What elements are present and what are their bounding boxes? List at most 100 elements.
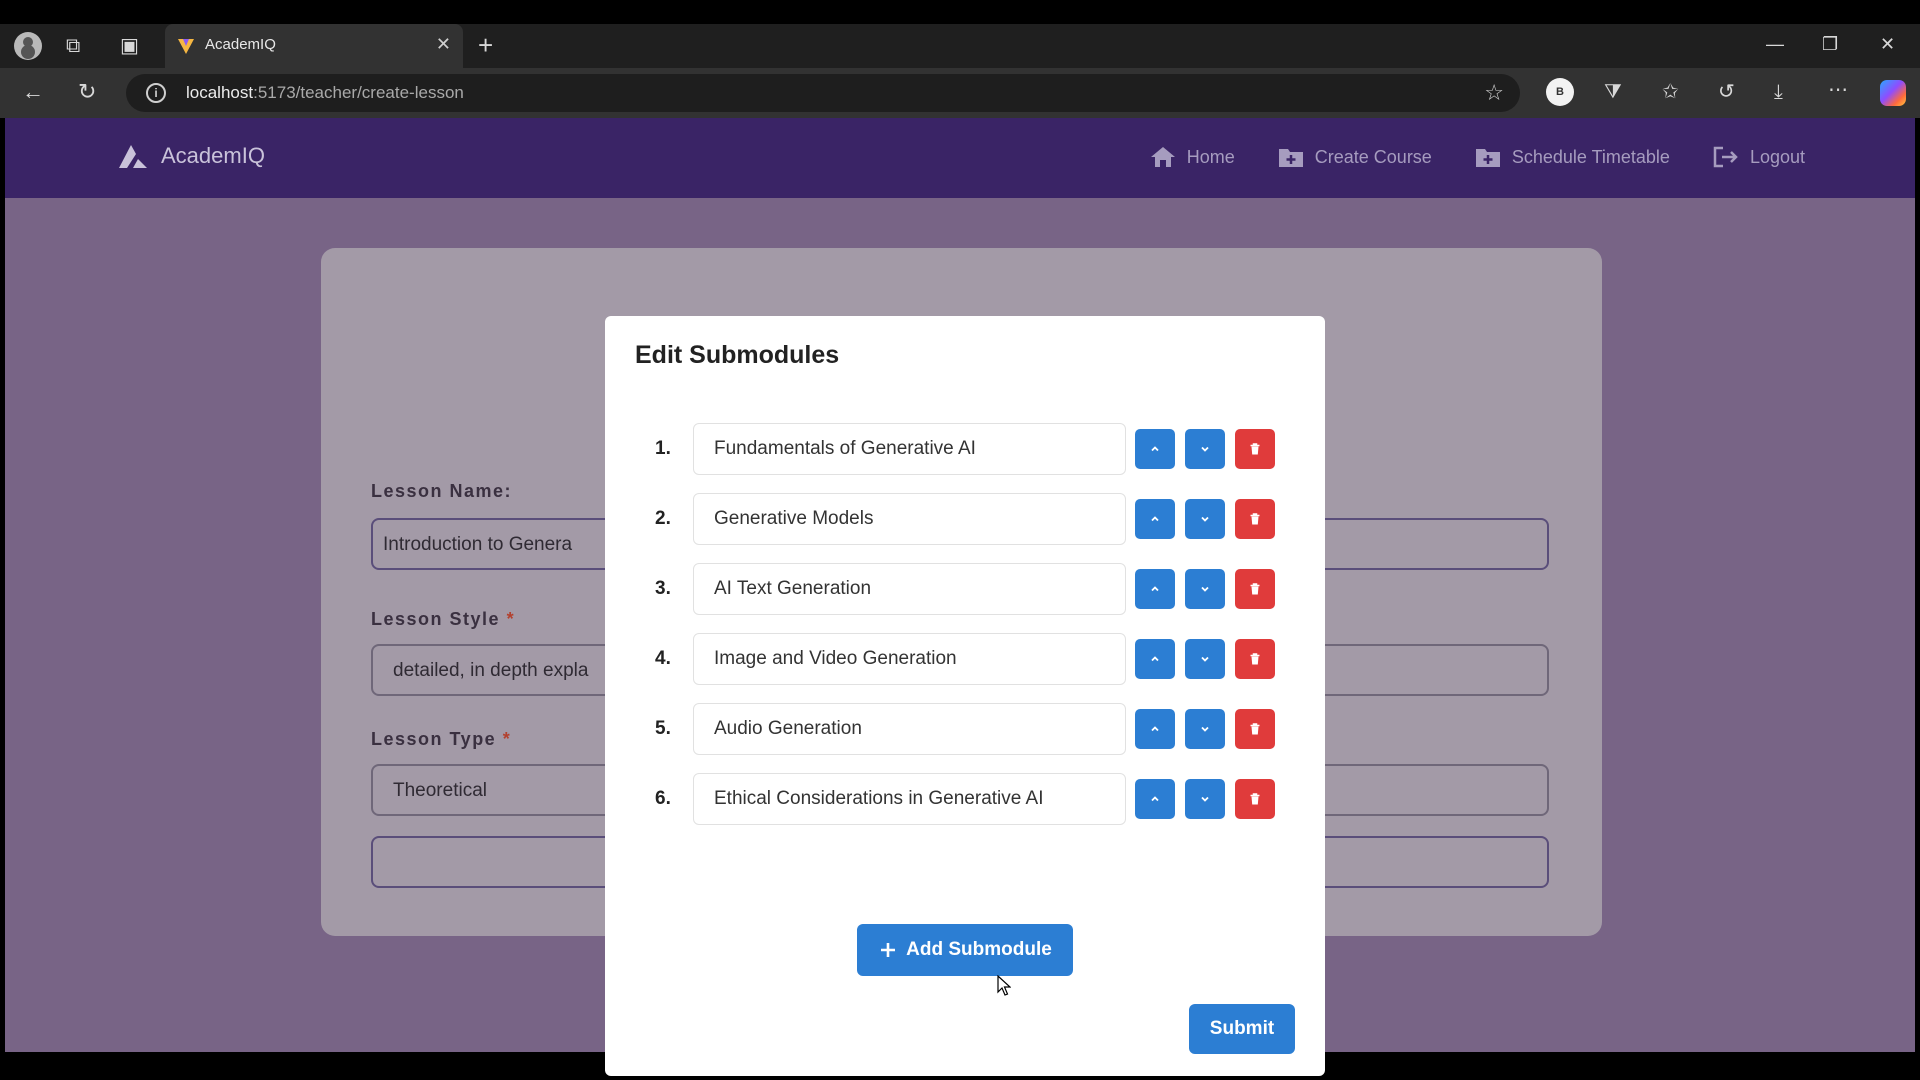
nav-home-label: Home	[1186, 146, 1235, 167]
trash-icon	[1250, 723, 1260, 735]
delete-button[interactable]	[1235, 429, 1275, 469]
move-up-button[interactable]	[1135, 779, 1175, 819]
submit-button[interactable]: Submit	[1189, 1004, 1295, 1054]
lesson-name-label: Lesson Name:	[371, 481, 513, 501]
lesson-name-value: Introduction to Genera	[383, 534, 573, 555]
move-down-button[interactable]	[1185, 429, 1225, 469]
address-bar[interactable]: i localhost:5173/teacher/create-lesson ☆	[126, 74, 1520, 112]
move-up-button[interactable]	[1135, 429, 1175, 469]
delete-button[interactable]	[1235, 779, 1275, 819]
nav-links: Home Create Course Schedule Timetable Lo…	[1149, 145, 1805, 169]
brand[interactable]: AcademIQ	[117, 142, 265, 170]
submodule-name-input[interactable]	[693, 423, 1126, 475]
chevron-down-icon	[1201, 446, 1209, 452]
profile-icon[interactable]	[14, 32, 42, 60]
delete-button[interactable]	[1235, 639, 1275, 679]
site-info-icon[interactable]: i	[146, 83, 166, 103]
trash-icon	[1250, 653, 1260, 665]
reload-icon[interactable]: ↻	[78, 81, 96, 103]
submodule-number: 3.	[655, 578, 671, 599]
screen: ⧉ ▣ AcademIQ ✕ + — ❐ ✕ ← ↻ i localhost:5…	[0, 0, 1920, 1080]
logout-icon	[1713, 146, 1738, 168]
trash-icon	[1250, 583, 1260, 595]
mouse-cursor-icon	[997, 975, 1011, 996]
browser-toolbar: ← ↻ i localhost:5173/teacher/create-less…	[0, 68, 1920, 118]
url-text[interactable]: localhost:5173/teacher/create-lesson	[186, 83, 464, 103]
calendar-folder-icon	[1475, 149, 1500, 167]
tab-title: AcademIQ	[205, 36, 276, 53]
close-window-icon[interactable]: ✕	[1880, 34, 1895, 55]
web-page: AcademIQ Home Create Course Schedule Tim…	[5, 118, 1915, 1076]
submodule-number: 4.	[655, 648, 671, 669]
move-down-button[interactable]	[1185, 779, 1225, 819]
trash-icon	[1250, 443, 1260, 455]
extensions-icon[interactable]: ⧩	[1604, 82, 1622, 102]
add-submodule-label: Add Submodule	[906, 939, 1052, 960]
lesson-type-label: Lesson Type *	[371, 729, 512, 749]
chevron-up-icon	[1151, 516, 1159, 522]
favorite-star-icon[interactable]: ☆	[1484, 80, 1504, 106]
nav-schedule-timetable-label: Schedule Timetable	[1511, 146, 1670, 167]
workspaces-icon[interactable]: ⧉	[66, 36, 80, 56]
nav-logout[interactable]: Logout	[1712, 145, 1805, 169]
browser-tab-bar: ⧉ ▣ AcademIQ ✕ + — ❐ ✕	[0, 24, 1920, 68]
trash-icon	[1250, 793, 1260, 805]
nav-create-course[interactable]: Create Course	[1277, 145, 1432, 169]
submodule-row: 1.	[655, 423, 1295, 475]
submodule-name-input[interactable]	[693, 703, 1126, 755]
home-icon	[1150, 147, 1175, 167]
restore-icon[interactable]: ❐	[1822, 34, 1838, 55]
lesson-style-value: detailed, in depth expla	[393, 660, 589, 681]
favorites-icon[interactable]: ✩	[1662, 82, 1679, 102]
back-icon[interactable]: ←	[22, 81, 44, 103]
edit-submodules-modal: Edit Submodules 1. 2. 3.	[605, 316, 1325, 1076]
close-tab-icon[interactable]: ✕	[436, 34, 451, 55]
submodule-number: 2.	[655, 508, 671, 529]
add-submodule-button[interactable]: Add Submodule	[857, 924, 1073, 976]
nav-logout-label: Logout	[1749, 146, 1805, 167]
more-menu-icon[interactable]: ⋯	[1828, 80, 1848, 100]
chevron-down-icon	[1201, 726, 1209, 732]
move-down-button[interactable]	[1185, 709, 1225, 749]
plus-icon	[881, 943, 896, 957]
submodule-row: 5.	[655, 703, 1295, 755]
downloads-icon[interactable]: ⤓	[1774, 82, 1783, 102]
submodule-row: 2.	[655, 493, 1295, 545]
move-down-button[interactable]	[1185, 569, 1225, 609]
chevron-down-icon	[1201, 796, 1209, 802]
delete-button[interactable]	[1235, 499, 1275, 539]
nav-schedule-timetable[interactable]: Schedule Timetable	[1474, 145, 1670, 169]
chevron-down-icon	[1201, 516, 1209, 522]
submodule-name-input[interactable]	[693, 633, 1126, 685]
move-down-button[interactable]	[1185, 639, 1225, 679]
move-up-button[interactable]	[1135, 569, 1175, 609]
academiq-favicon-icon	[178, 39, 194, 54]
delete-button[interactable]	[1235, 569, 1275, 609]
new-tab-icon[interactable]: +	[478, 32, 493, 58]
browser-tab-active[interactable]: AcademIQ ✕	[165, 24, 463, 68]
submodule-name-input[interactable]	[693, 493, 1126, 545]
extension-avatar[interactable]: B	[1546, 78, 1574, 106]
move-up-button[interactable]	[1135, 499, 1175, 539]
app-navbar: AcademIQ Home Create Course Schedule Tim…	[5, 118, 1915, 198]
copilot-icon[interactable]	[1880, 80, 1906, 106]
move-down-button[interactable]	[1185, 499, 1225, 539]
delete-button[interactable]	[1235, 709, 1275, 749]
tab-actions-icon[interactable]: ▣	[120, 36, 139, 56]
submodule-name-input[interactable]	[693, 563, 1126, 615]
chevron-up-icon	[1151, 656, 1159, 662]
minimize-icon[interactable]: —	[1766, 34, 1784, 55]
lesson-style-label: Lesson Style *	[371, 609, 516, 629]
history-icon[interactable]: ↺	[1718, 82, 1735, 102]
submodule-row: 4.	[655, 633, 1295, 685]
nav-home[interactable]: Home	[1149, 145, 1235, 169]
chevron-up-icon	[1151, 586, 1159, 592]
chevron-down-icon	[1201, 656, 1209, 662]
chevron-up-icon	[1151, 796, 1159, 802]
chevron-up-icon	[1151, 726, 1159, 732]
move-up-button[interactable]	[1135, 639, 1175, 679]
submodule-name-input[interactable]	[693, 773, 1126, 825]
move-up-button[interactable]	[1135, 709, 1175, 749]
lesson-type-value: Theoretical	[393, 780, 487, 801]
submodule-number: 5.	[655, 718, 671, 739]
